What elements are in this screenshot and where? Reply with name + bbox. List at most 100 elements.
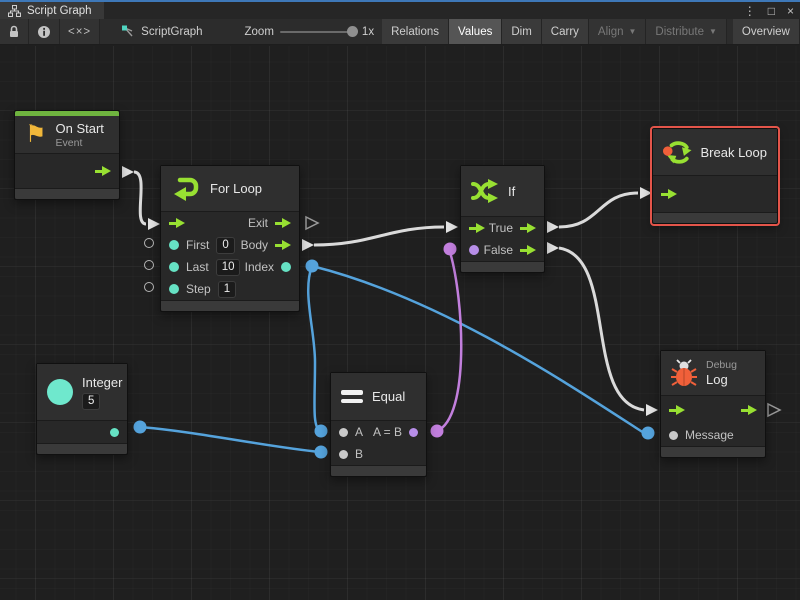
node-debug-log[interactable]: Debug Log Message — [660, 350, 766, 458]
dim-button[interactable]: Dim — [502, 19, 541, 44]
graph-icon — [8, 5, 21, 17]
node-integer[interactable]: Integer 5 — [36, 363, 128, 455]
break-loop-icon — [663, 139, 692, 166]
code-toggle-label: <×> — [68, 26, 91, 38]
close-icon[interactable]: × — [787, 4, 794, 18]
overview-button[interactable]: Overview — [733, 19, 800, 44]
port-label: Step — [186, 282, 211, 296]
node-footer — [331, 465, 426, 476]
condition-input-port[interactable] — [469, 245, 479, 255]
unconnected-port-circle[interactable] — [144, 238, 154, 248]
flag-icon: ⚑ — [25, 124, 47, 146]
port-label: Exit — [248, 216, 268, 230]
port-label: B — [355, 447, 363, 461]
tab-script-graph[interactable]: Script Graph — [0, 2, 104, 19]
graph-breadcrumb[interactable]: ScriptGraph — [113, 19, 210, 44]
zoom-value: 1x — [362, 26, 374, 38]
a-input-port[interactable] — [339, 428, 348, 437]
breakpoint-dot — [663, 146, 673, 156]
zoom-slider[interactable] — [280, 31, 356, 33]
node-subtitle: Event — [56, 137, 104, 149]
tab-bar: Script Graph — [0, 2, 800, 19]
graph-toolbar: <×> ScriptGraph Zoom 1x Relations Values… — [0, 19, 800, 45]
integer-value-input[interactable]: 5 — [82, 393, 100, 410]
node-footer — [661, 446, 765, 457]
port-label: A — [355, 425, 363, 439]
node-if[interactable]: If True False — [460, 165, 545, 273]
control-output-port[interactable] — [95, 166, 111, 176]
zoom-control: Zoom 1x — [237, 19, 383, 44]
distribute-button: Distribute▼ — [646, 19, 727, 44]
node-for-loop[interactable]: For Loop Exit First 0 Body — [160, 165, 300, 312]
port-label: First — [186, 238, 209, 252]
values-button[interactable]: Values — [449, 19, 502, 44]
false-output-port[interactable] — [520, 245, 536, 255]
unity-visual-scripting-window: Script Graph ⋮ □ × <×> — [0, 0, 800, 600]
script-graph-icon — [121, 25, 135, 38]
index-output-port[interactable] — [281, 262, 291, 272]
branch-icon — [471, 178, 499, 204]
port-label: Last — [186, 260, 209, 274]
for-loop-step-input[interactable]: 1 — [218, 281, 236, 298]
b-input-port[interactable] — [339, 450, 348, 459]
value-input-port[interactable] — [169, 262, 179, 272]
node-footer — [653, 212, 777, 223]
node-footer — [15, 188, 119, 199]
true-output-port[interactable] — [520, 223, 536, 233]
maximize-icon[interactable]: □ — [768, 4, 775, 18]
integer-type-icon — [47, 379, 73, 405]
node-equal[interactable]: Equal A A = B B — [330, 372, 427, 477]
port-label: Message — [685, 428, 734, 442]
port-label: True — [489, 221, 513, 235]
zoom-label: Zoom — [245, 26, 274, 38]
node-break-loop[interactable]: Break Loop — [652, 128, 778, 224]
value-input-port[interactable] — [169, 240, 179, 250]
code-preview-button[interactable]: <×> — [60, 19, 100, 44]
unconnected-port-circle[interactable] — [144, 282, 154, 292]
value-input-port[interactable] — [169, 284, 179, 294]
node-footer — [461, 261, 544, 272]
for-loop-last-input[interactable]: 10 — [216, 259, 241, 276]
node-title: On Start — [56, 121, 104, 136]
port-label: Body — [241, 238, 268, 252]
control-input-port[interactable] — [661, 189, 677, 199]
port-label: False — [484, 243, 513, 257]
port-label: Index — [245, 260, 274, 274]
info-icon — [37, 25, 51, 39]
node-footer — [37, 443, 127, 454]
align-button: Align▼ — [589, 19, 647, 44]
control-input-port[interactable] — [469, 223, 485, 233]
exit-output-port[interactable] — [275, 218, 291, 228]
body-output-port[interactable] — [275, 240, 291, 250]
port-label: A = B — [373, 425, 402, 439]
relations-button[interactable]: Relations — [382, 19, 449, 44]
unconnected-port-circle[interactable] — [144, 260, 154, 270]
node-on-start[interactable]: ⚑ On Start Event — [14, 110, 120, 200]
control-input-port[interactable] — [669, 405, 685, 415]
node-title: For Loop — [210, 181, 262, 196]
node-title: Integer — [82, 375, 122, 390]
node-title: If — [508, 184, 515, 199]
script-graph-label: ScriptGraph — [141, 26, 202, 38]
node-footer — [161, 300, 299, 311]
window-menu-icon[interactable]: ⋮ — [744, 4, 756, 18]
message-input-port[interactable] — [669, 431, 678, 440]
lock-button[interactable] — [0, 19, 29, 44]
node-title: Equal — [372, 389, 405, 404]
carry-button[interactable]: Carry — [542, 19, 589, 44]
control-output-port[interactable] — [741, 405, 757, 415]
bug-icon — [671, 359, 697, 387]
lock-icon — [8, 25, 20, 38]
node-title: Break Loop — [701, 145, 768, 160]
equals-icon — [341, 390, 363, 403]
inspect-button[interactable] — [29, 19, 60, 44]
control-input-port[interactable] — [169, 218, 185, 228]
loop-icon — [171, 176, 201, 201]
node-title: Log — [706, 372, 737, 387]
for-loop-first-input[interactable]: 0 — [216, 237, 234, 254]
tab-title: Script Graph — [27, 5, 92, 17]
integer-output-port[interactable] — [110, 428, 119, 437]
zoom-slider-handle[interactable] — [347, 26, 358, 37]
chevron-down-icon: ▼ — [629, 28, 637, 36]
result-output-port[interactable] — [409, 428, 418, 437]
